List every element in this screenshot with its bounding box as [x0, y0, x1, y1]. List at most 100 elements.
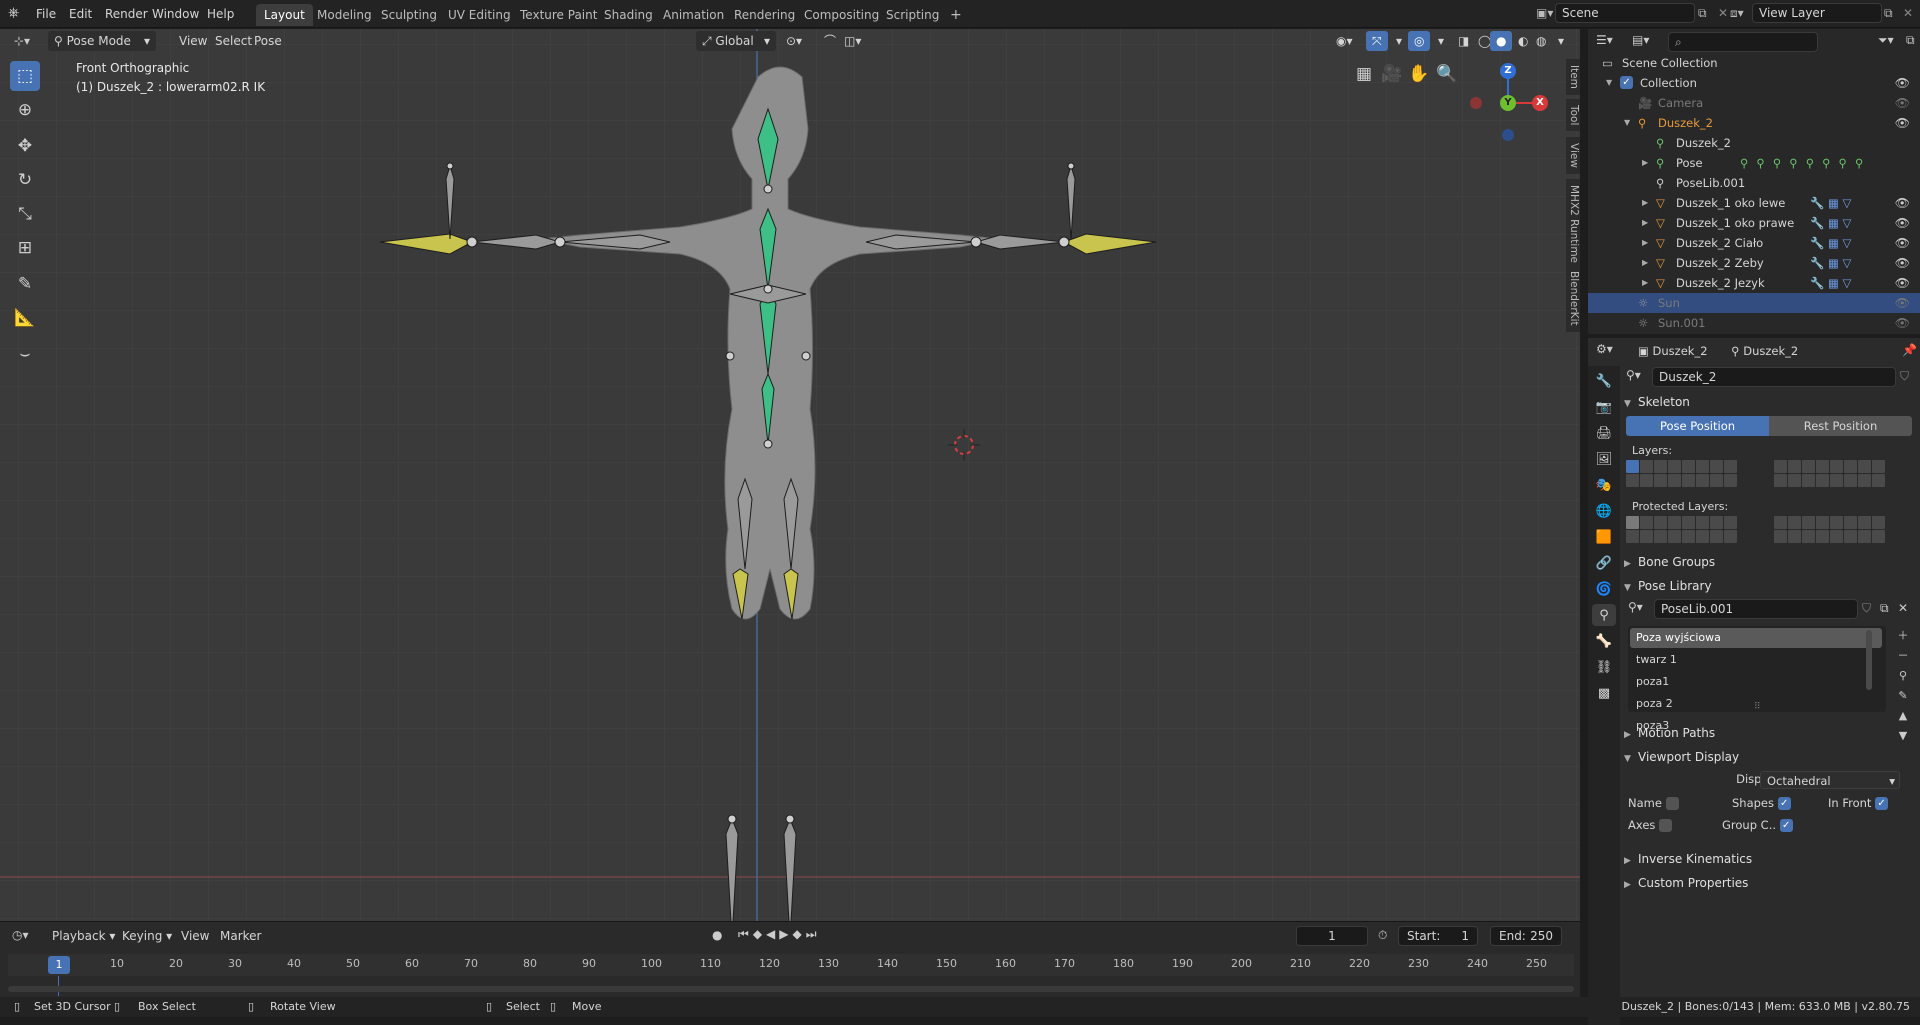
play-reverse-icon[interactable]: ◀	[766, 927, 779, 941]
collection-checkbox[interactable]: ✓	[1620, 76, 1633, 89]
new-scene-icon[interactable]: ⧉	[1698, 6, 1707, 21]
outliner-row[interactable]: ☼ Sun 👁	[1588, 293, 1920, 313]
visibility-eye-icon[interactable]: 👁	[1895, 313, 1910, 333]
add-workspace-button[interactable]: +	[942, 4, 970, 26]
bone-icon[interactable]: 🦴	[1592, 630, 1616, 652]
skeleton-panel-header[interactable]: ▼ Skeleton	[1624, 391, 1914, 413]
expand-arrow-icon[interactable]: ▼	[1606, 73, 1612, 93]
side-tab-item[interactable]: Item	[1566, 59, 1580, 95]
motion-paths-panel-header[interactable]: ▶ Motion Paths	[1624, 722, 1914, 744]
gizmo-dropdown-icon[interactable]: ▾	[1390, 31, 1408, 51]
visibility-eye-icon[interactable]: 👁	[1895, 293, 1910, 313]
scene-field[interactable]: Scene	[1555, 3, 1695, 23]
fake-user-icon[interactable]: ⛉	[1900, 369, 1909, 384]
axes-checkbox[interactable]	[1659, 819, 1673, 832]
tab-animation[interactable]: Animation	[655, 4, 732, 26]
display-mode-icon[interactable]: ▤▾	[1632, 33, 1649, 47]
pan-hand-icon[interactable]: ✋	[1408, 64, 1429, 84]
annotate-tool-icon[interactable]: ✎	[10, 269, 40, 299]
tab-rendering[interactable]: Rendering	[726, 4, 803, 26]
armature-name-field[interactable]: Duszek_2	[1652, 367, 1896, 387]
outliner-row[interactable]: ▶ ⚲ Pose ⚲⚲⚲⚲⚲⚲⚲⚲	[1588, 153, 1920, 173]
frame-ruler[interactable]: 1 10 20 30 40 50 60 70 80 90 100 110 120 130 140 150 16…	[8, 954, 1574, 976]
menu-edit[interactable]: Edit	[63, 4, 98, 24]
physics-icon[interactable]: 🌀	[1592, 578, 1616, 600]
layers-grid-a[interactable]	[1626, 460, 1737, 487]
tab-layout[interactable]: Layout	[256, 4, 313, 26]
mode-dropdown[interactable]: ⚲ Pose Mode ▾	[48, 31, 156, 51]
play-icon[interactable]: ▶	[779, 927, 792, 941]
overlays-icon[interactable]: ◎	[1408, 31, 1431, 51]
outliner-row[interactable]: ☼ Sun.001 👁	[1588, 313, 1920, 333]
visibility-eye-icon[interactable]: 👁	[1895, 73, 1910, 93]
pose-library-panel-header[interactable]: ▼ Pose Library	[1624, 575, 1914, 597]
bone-bend-tool-icon[interactable]: ⌣	[10, 339, 40, 369]
view-layer-icon[interactable]: 🖼	[1592, 448, 1616, 470]
outliner-search-input[interactable]: ⌕	[1668, 32, 1818, 52]
gizmo-z-axis[interactable]: Z	[1500, 63, 1516, 79]
menu-playback[interactable]: Playback ▾	[46, 926, 121, 946]
pose-list-item[interactable]: twarz 1	[1630, 650, 1882, 670]
start-frame-field[interactable]: Start: 1	[1398, 926, 1478, 946]
visibility-eye-icon[interactable]: 👁	[1895, 113, 1910, 133]
new-collection-icon[interactable]: ⧉	[1906, 33, 1915, 48]
playhead[interactable]: 1	[48, 956, 70, 974]
armature-data-icon[interactable]: ⚲	[1592, 604, 1616, 626]
expand-arrow-icon[interactable]: ▶	[1642, 253, 1648, 273]
zoom-icon[interactable]: 🔍	[1436, 64, 1457, 84]
editor-type-icon[interactable]: ⊹▾	[8, 31, 36, 51]
axis-gizmo[interactable]	[1466, 47, 1566, 147]
layers-grid-b[interactable]	[1774, 460, 1885, 487]
transform-tool-icon[interactable]: ⊞	[10, 233, 40, 263]
pin-icon[interactable]: 📌	[1902, 343, 1917, 357]
poselib-new-icon[interactable]: ⧉	[1880, 601, 1889, 616]
tool-settings-icon[interactable]: 🔧	[1592, 370, 1616, 392]
expand-arrow-icon[interactable]: ▶	[1642, 233, 1648, 253]
poselib-fake-user-icon[interactable]: ⛉	[1862, 601, 1871, 616]
current-frame-field[interactable]: 1	[1296, 926, 1368, 946]
tab-sculpting[interactable]: Sculpting	[373, 4, 445, 26]
cursor-tool-icon[interactable]: ⊕	[10, 95, 40, 125]
shapes-checkbox[interactable]: ✓	[1777, 797, 1791, 810]
prev-keyframe-icon[interactable]: ◆	[753, 927, 766, 941]
pose-list-scrollbar[interactable]	[1866, 630, 1872, 690]
3d-viewport[interactable]: ⊹▾ ⚲ Pose Mode ▾ View Select Pose ⤢ Globa…	[0, 29, 1580, 921]
outliner-row[interactable]: ▶ ▽ Duszek_1 oko lewe 👁 🔧 ▦ ▽	[1588, 193, 1920, 213]
scene-icon[interactable]: 🎭	[1592, 474, 1616, 496]
menu-file[interactable]: File	[30, 4, 62, 24]
overlays-dropdown-icon[interactable]: ▾	[1432, 31, 1450, 51]
display-as-dropdown[interactable]: Octahedral ▾	[1760, 771, 1900, 789]
armature-browse-icon[interactable]: ⚲▾	[1626, 368, 1641, 382]
pivot-icon[interactable]: ⊙▾	[780, 31, 808, 51]
name-checkbox[interactable]	[1665, 797, 1679, 810]
outliner-row[interactable]: ⚲ PoseLib.001	[1588, 173, 1920, 193]
jump-start-icon[interactable]: ⏮	[738, 927, 753, 941]
timeline[interactable]: ◷▾ Playback ▾ Keying ▾ View Marker ● ⏮◆◀…	[0, 921, 1580, 1007]
tab-texture-paint[interactable]: Texture Paint	[512, 4, 605, 26]
view-layer-field[interactable]: View Layer	[1752, 3, 1882, 23]
character-armature[interactable]	[340, 49, 1180, 921]
record-icon[interactable]: ●	[712, 928, 722, 942]
outliner-row[interactable]: ▶ ▽ Duszek_2 Jezyk 👁 🔧 ▦ ▽	[1588, 273, 1920, 293]
side-tab-view[interactable]: View	[1566, 137, 1580, 174]
tab-shading[interactable]: Shading	[596, 4, 661, 26]
side-tab-mhx2-runtime[interactable]: MHX2 Runtime	[1566, 179, 1580, 270]
pose-position-button[interactable]: Pose Position	[1626, 416, 1769, 436]
new-view-layer-icon[interactable]: ⧉	[1884, 6, 1893, 21]
jump-end-icon[interactable]: ⏭	[806, 927, 821, 941]
list-resize-handle-icon[interactable]: ⠿	[1754, 702, 1761, 712]
outliner-row[interactable]: ▭ Scene Collection	[1588, 53, 1920, 73]
inverse-kinematics-panel-header[interactable]: ▶ Inverse Kinematics	[1624, 848, 1914, 870]
bone-constraints-icon[interactable]: ⛓	[1592, 656, 1616, 678]
custom-properties-panel-header[interactable]: ▶ Custom Properties	[1624, 872, 1914, 894]
outliner-editor-icon[interactable]: ☰▾	[1596, 33, 1613, 47]
pose-list[interactable]: Poza wyjściowa twarz 1 poza1 poza 2 poza3 ⠿	[1628, 626, 1886, 732]
protected-layers-grid-a[interactable]	[1626, 516, 1737, 543]
menu-timeline-view[interactable]: View	[175, 926, 215, 946]
visibility-eye-icon[interactable]: 👁	[1895, 273, 1910, 293]
constraints-icon[interactable]: 🔗	[1592, 552, 1616, 574]
menu-pose[interactable]: Pose	[248, 31, 288, 51]
gizmo-toggle-icon[interactable]: ⤧	[1366, 31, 1388, 51]
side-tab-blenderkit[interactable]: BlenderKit	[1566, 265, 1580, 332]
gizmo-x-axis[interactable]: X	[1532, 95, 1548, 111]
